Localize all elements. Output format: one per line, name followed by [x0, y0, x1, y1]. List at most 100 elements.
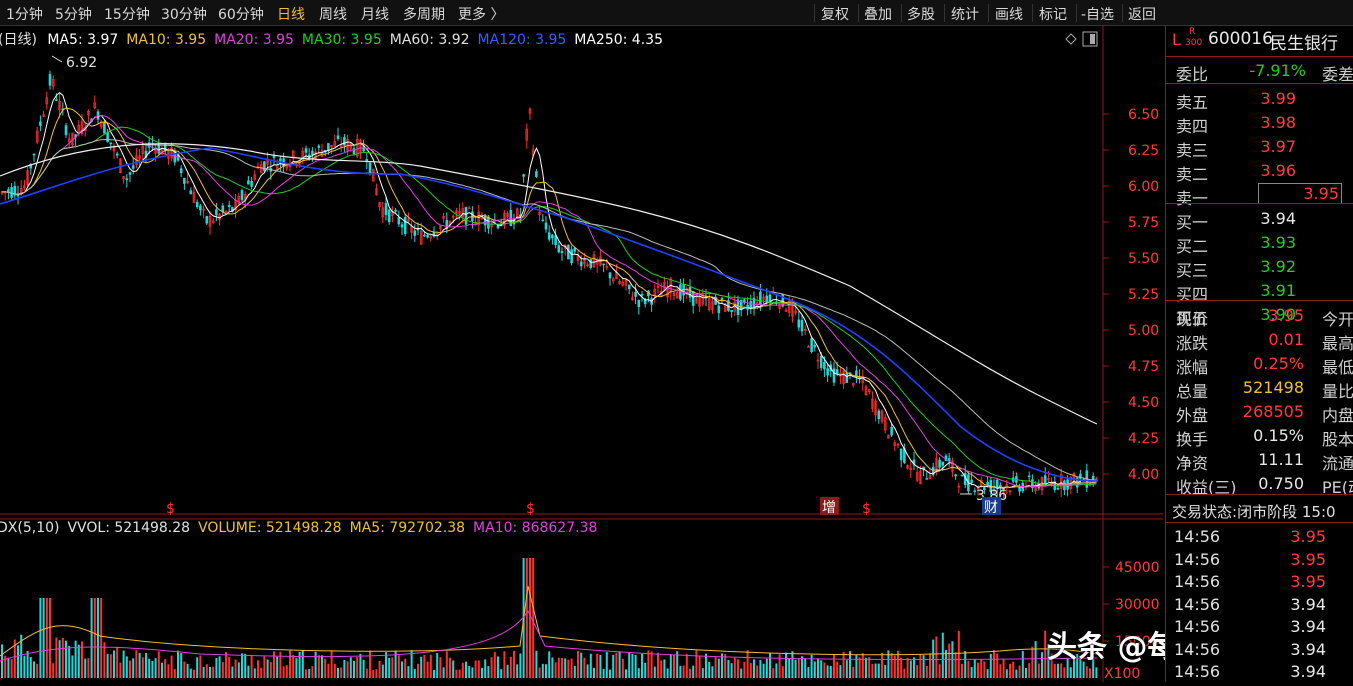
sell-order-5-row: 卖五 3.99 [1166, 86, 1353, 112]
period-monthly-tab[interactable]: 月线 [361, 4, 389, 24]
sell-order-1-value: 3.95 [1258, 183, 1342, 204]
tick-time: 14:56 [1174, 549, 1221, 569]
sell-order-4-value: 3.98 [1260, 113, 1296, 132]
tick-price: 3.94 [1290, 594, 1326, 614]
tick-row: 14:56 3.95 [1166, 547, 1353, 571]
tick-row: 14:56 3.94 [1166, 592, 1353, 616]
stat-6-row: 净资 11.11 流通 [1166, 447, 1353, 473]
chart-panel-toggle-icon[interactable] [1082, 31, 1098, 47]
sell-order-3-row: 卖三 3.97 [1166, 134, 1353, 160]
buy-order-1-row: 买一 3.94 [1166, 206, 1353, 232]
period-30min-tab[interactable]: 30分钟 [161, 4, 207, 24]
back-button[interactable]: 返回 [1128, 4, 1156, 24]
ma-legend-item: MA120: 3.95 [477, 32, 567, 48]
high-price-annotation: 6.92 [66, 55, 97, 71]
order-ratio-row: 委比 -7.91% 委差 [1166, 58, 1353, 84]
tick-price: 3.95 [1290, 572, 1326, 591]
sell-order-2-value: 3.96 [1260, 161, 1296, 180]
tick-row: 14:56 3.95 [1166, 569, 1353, 593]
sell-order-4-row: 卖四 3.98 [1166, 110, 1353, 136]
remove-watchlist-button[interactable]: -自选 [1081, 4, 1114, 24]
event-marker[interactable]: $ [862, 501, 871, 517]
period-weekly-tab[interactable]: 周线 [319, 4, 347, 24]
tick-time: 14:56 [1174, 572, 1221, 591]
stat-2-value: 0.25% [1253, 354, 1304, 373]
ma-legend-item: MA5: 3.97 [47, 32, 119, 48]
volume-legend-item: VOLUME: 521498.28 [198, 520, 342, 536]
adjust-button[interactable]: 复权 [821, 4, 849, 24]
period-multi-tab[interactable]: 多周期 [403, 4, 445, 24]
buy-order-4-row: 买四 3.91 [1166, 278, 1353, 304]
period-5min-tab[interactable]: 5分钟 [55, 4, 92, 24]
price-axis-tick: 5.75 [1128, 215, 1159, 231]
volume-axis-tick: 30000 [1115, 597, 1160, 613]
event-marker[interactable]: $ [166, 501, 175, 517]
ma-legend-item: MA10: 3.95 [126, 32, 207, 48]
sell-order-2-row: 卖二 3.96 [1166, 158, 1353, 184]
tick-time: 14:56 [1174, 594, 1221, 614]
volume-legend-item: MA10: 868627.38 [473, 520, 598, 536]
buy-order-2-value: 3.93 [1260, 233, 1296, 252]
stock-flag: L [1172, 30, 1181, 49]
period-1min-tab[interactable]: 1分钟 [6, 4, 43, 24]
ma-legend-item: MA250: 4.35 [574, 32, 663, 48]
tick-time: 14:56 [1174, 639, 1221, 659]
draw-line-button[interactable]: 画线 [995, 4, 1023, 24]
volume-axis-unit: X100 [1104, 666, 1140, 682]
stat-0-row: 现价 3.95 今开 [1166, 303, 1353, 329]
tick-price: 3.94 [1290, 662, 1326, 681]
period-60min-tab[interactable]: 60分钟 [218, 4, 264, 24]
stat-7-value: 0.750 [1258, 474, 1304, 493]
buy-order-3-row: 买三 3.92 [1166, 254, 1353, 280]
price-axis-tick: 4.75 [1128, 359, 1159, 375]
tick-row: 14:56 3.94 [1166, 614, 1353, 638]
event-marker[interactable]: $ [526, 501, 535, 517]
period-15min-tab[interactable]: 15分钟 [104, 4, 150, 24]
tick-price: 3.94 [1290, 617, 1326, 636]
volume-legend-item: DX(5,10) [0, 520, 60, 536]
price-axis-tick: 4.50 [1128, 395, 1159, 411]
tick-row: 14:56 3.94 [1166, 637, 1353, 661]
tick-price: 3.95 [1290, 527, 1326, 546]
kline-chart-svg[interactable]: 6.50 6.25 6.00 5.75 5.50 5.25 5.00 4.75 4.50 4.25… [0, 26, 1163, 682]
trade-status-row: 交易状态:闭市阶段 15:0 [1166, 498, 1353, 522]
quote-panel: L R 300 600016 民生银行 委比 -7.91% 委差 卖五 3.99 卖… [1165, 26, 1353, 682]
order-ratio-value: -7.91% [1249, 61, 1306, 80]
price-axis-tick: 5.50 [1128, 251, 1159, 267]
volume-legend: DX(5,10) VVOL: 521498.28 VOLUME: 521498.28… [0, 520, 605, 536]
stat-3-row: 总量 521498 量比 [1166, 375, 1353, 401]
stock-name: 民生银行 [1270, 34, 1338, 54]
tick-row: 14:56 3.95 [1166, 524, 1353, 548]
kline-chart-area[interactable]: 6.50 6.25 6.00 5.75 5.50 5.25 5.00 4.75 4.50 4.25… [0, 26, 1297, 682]
trade-status-time: 15:0 [1301, 503, 1336, 521]
chart-settings-icon[interactable] [1065, 33, 1077, 45]
tick-time: 14:56 [1174, 527, 1221, 546]
price-axis-tick: 6.00 [1128, 179, 1159, 195]
stat-1-row: 涨跌 0.01 最高 [1166, 327, 1353, 353]
tick-row: 14:56 3.94 [1166, 659, 1353, 683]
statistics-button[interactable]: 统计 [951, 4, 979, 24]
stat-2-row: 涨幅 0.25% 最低 [1166, 351, 1353, 377]
stat-1-value: 0.01 [1268, 330, 1304, 349]
period-more-menu[interactable]: 更多 〉 [458, 4, 504, 24]
ma-legend-prefix: (日线) [0, 32, 37, 48]
period-daily-tab[interactable]: 日线 [277, 4, 305, 24]
stock-header: L R 300 600016 民生银行 [1166, 26, 1353, 56]
sell-order-5-value: 3.99 [1260, 89, 1296, 108]
event-marker[interactable]: 财 [984, 500, 998, 516]
ma-legend-item: MA60: 3.92 [389, 32, 470, 48]
event-marker[interactable]: 增 [822, 500, 836, 516]
mark-button[interactable]: 标记 [1039, 4, 1067, 24]
buy-order-2-row: 买二 3.93 [1166, 230, 1353, 256]
tick-price: 3.95 [1290, 549, 1326, 569]
volume-axis-tick: 45000 [1115, 560, 1160, 576]
overlay-button[interactable]: 叠加 [864, 4, 892, 24]
trade-status-value: 闭市阶段 [1237, 503, 1298, 521]
buy-order-4-value: 3.91 [1260, 281, 1296, 300]
stat-3-value: 521498 [1242, 378, 1304, 397]
stat-5-value: 0.15% [1253, 426, 1304, 445]
stat-7-row: 收益(三)0.750PE(动 [1166, 471, 1353, 497]
multi-stock-button[interactable]: 多股 [907, 4, 935, 24]
stat-6-value: 11.11 [1258, 450, 1304, 469]
sell-order-3-value: 3.97 [1260, 137, 1296, 156]
